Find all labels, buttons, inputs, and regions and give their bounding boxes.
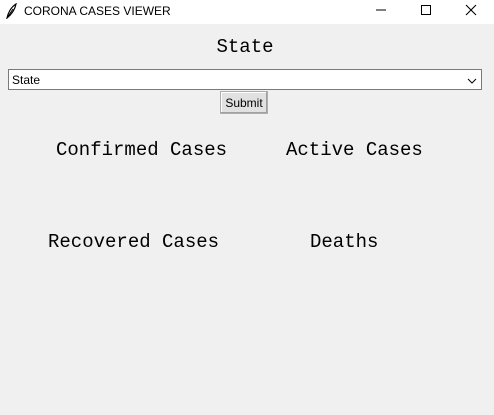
close-icon (465, 3, 477, 21)
title-bar[interactable]: CORONA CASES VIEWER (0, 0, 494, 24)
deaths-label: Deaths (310, 231, 379, 253)
minimize-button[interactable] (358, 0, 404, 24)
chevron-down-icon[interactable] (466, 74, 478, 86)
minimize-icon (375, 3, 387, 21)
submit-button[interactable]: Submit (220, 91, 268, 114)
maximize-button[interactable] (403, 0, 449, 24)
recovered-cases-label: Recovered Cases (48, 231, 220, 253)
confirmed-cases-label: Confirmed Cases (56, 139, 228, 161)
active-cases-label: Active Cases (286, 139, 423, 161)
state-select-value: State (12, 73, 41, 87)
state-heading: State (216, 36, 274, 58)
state-select[interactable]: State (8, 69, 482, 90)
maximize-icon (420, 3, 432, 21)
feather-icon (4, 2, 18, 20)
window-title: CORONA CASES VIEWER (24, 4, 171, 18)
app-window: CORONA CASES VIEWER State State Submit C… (0, 0, 494, 415)
close-button[interactable] (448, 0, 494, 24)
